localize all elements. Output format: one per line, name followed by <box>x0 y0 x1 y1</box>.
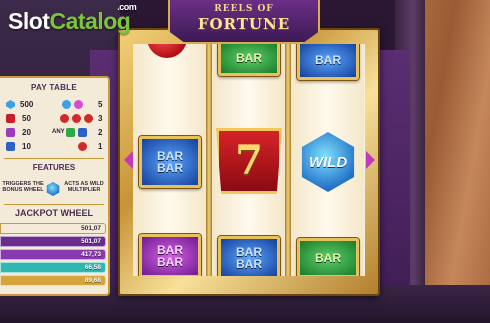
paytable-row: 20 ANY 2 <box>0 126 108 140</box>
any-combo-icon <box>62 100 71 109</box>
seven-icon <box>6 114 15 123</box>
feature-wild-text: ACTS AS WILD MULTIPLIER <box>64 181 104 194</box>
jackpot-row: 89,68 <box>0 275 106 286</box>
payline-arrow-right-icon <box>366 151 375 169</box>
game-title-line1: REELS OF <box>214 4 274 14</box>
cherry-combo-icon <box>84 114 93 123</box>
paytable-value: 50 <box>22 114 31 123</box>
game-title-line2: FORTUNE <box>197 15 291 33</box>
slotcatalog-logo: SlotCatalog .com <box>8 2 137 35</box>
reel1-symbol-bar-bar: BAR BAR <box>139 136 201 188</box>
paytable-row: 500 5 <box>0 98 108 112</box>
jackpot-row: 417,73 <box>0 249 106 260</box>
paytable-title: PAY TABLE <box>31 83 77 92</box>
jackpot-row: 66,58 <box>0 262 106 273</box>
reel2-symbol-bar-bar: BAR BAR <box>218 236 280 276</box>
reel-1: BAR BAR BAR BAR <box>133 44 206 276</box>
features-title: FEATURES <box>32 163 76 172</box>
bar-combo-icon <box>66 128 75 137</box>
triple-bar-icon <box>6 128 15 137</box>
cherry-icon <box>147 44 187 58</box>
any-combo-icon <box>74 100 83 109</box>
paytable-value: 1 <box>98 142 103 151</box>
paytable-row: 50 3 <box>0 112 108 126</box>
jackpot-row: 501,07 <box>0 223 106 234</box>
reel2-symbol-bar: BAR <box>218 44 280 76</box>
game-title-plate: REELS OF FORTUNE <box>168 0 320 44</box>
panel-divider <box>4 204 104 205</box>
reel3-symbol-bar-green: BAR <box>297 238 359 276</box>
wild-gem-icon <box>46 182 60 196</box>
jackpot-row: 501,07 <box>0 236 106 247</box>
logo-com: .com <box>117 2 137 12</box>
paytable-value: 5 <box>98 100 103 109</box>
feature-bonus-text: TRIGGERS THE BONUS WHEEL <box>2 181 44 194</box>
paytable-row: 10 1 <box>0 140 108 154</box>
logo-slot: Slot <box>8 8 50 34</box>
payline-arrow-left-icon <box>124 151 133 169</box>
paytable-panel: PAY TABLE 500 5 50 3 20 ANY 2 10 1 FEATU… <box>0 76 110 296</box>
reels-window[interactable]: BAR BAR BAR BAR BAR 7 BAR BAR BAR WILD B… <box>133 44 365 276</box>
reel-2: BAR 7 BAR BAR <box>212 44 285 276</box>
paytable-value: 20 <box>22 128 31 137</box>
cherry-icon <box>78 142 87 151</box>
cherry-combo-icon <box>72 114 81 123</box>
wild-gem-icon <box>6 100 15 109</box>
paytable-value: 10 <box>22 142 31 151</box>
double-bar-icon <box>6 142 15 151</box>
jackpot-value: 66,58 <box>84 264 101 271</box>
reel3-symbol-bar: BAR <box>297 44 359 80</box>
jackpot-title: JACKPOT WHEEL <box>14 208 93 218</box>
jackpot-value: 501,07 <box>81 225 101 232</box>
cherry-combo-icon <box>60 114 69 123</box>
reel-3: BAR WILD BAR <box>291 44 364 276</box>
panel-divider <box>4 158 104 159</box>
paytable-value: 500 <box>20 100 34 109</box>
paytable-value: 2 <box>98 128 103 137</box>
paytable-any-label: ANY <box>52 129 65 135</box>
jackpot-value: 89,68 <box>84 277 101 284</box>
paytable-value: 3 <box>98 114 103 123</box>
jackpot-value: 501,07 <box>81 238 101 245</box>
jackpot-value: 417,73 <box>81 251 101 258</box>
bar-combo-icon <box>78 128 87 137</box>
reel2-symbol-seven: 7 <box>216 128 282 194</box>
reel1-symbol-bar-bar-purple: BAR BAR <box>139 234 201 276</box>
reel3-symbol-wild: WILD <box>301 132 355 192</box>
